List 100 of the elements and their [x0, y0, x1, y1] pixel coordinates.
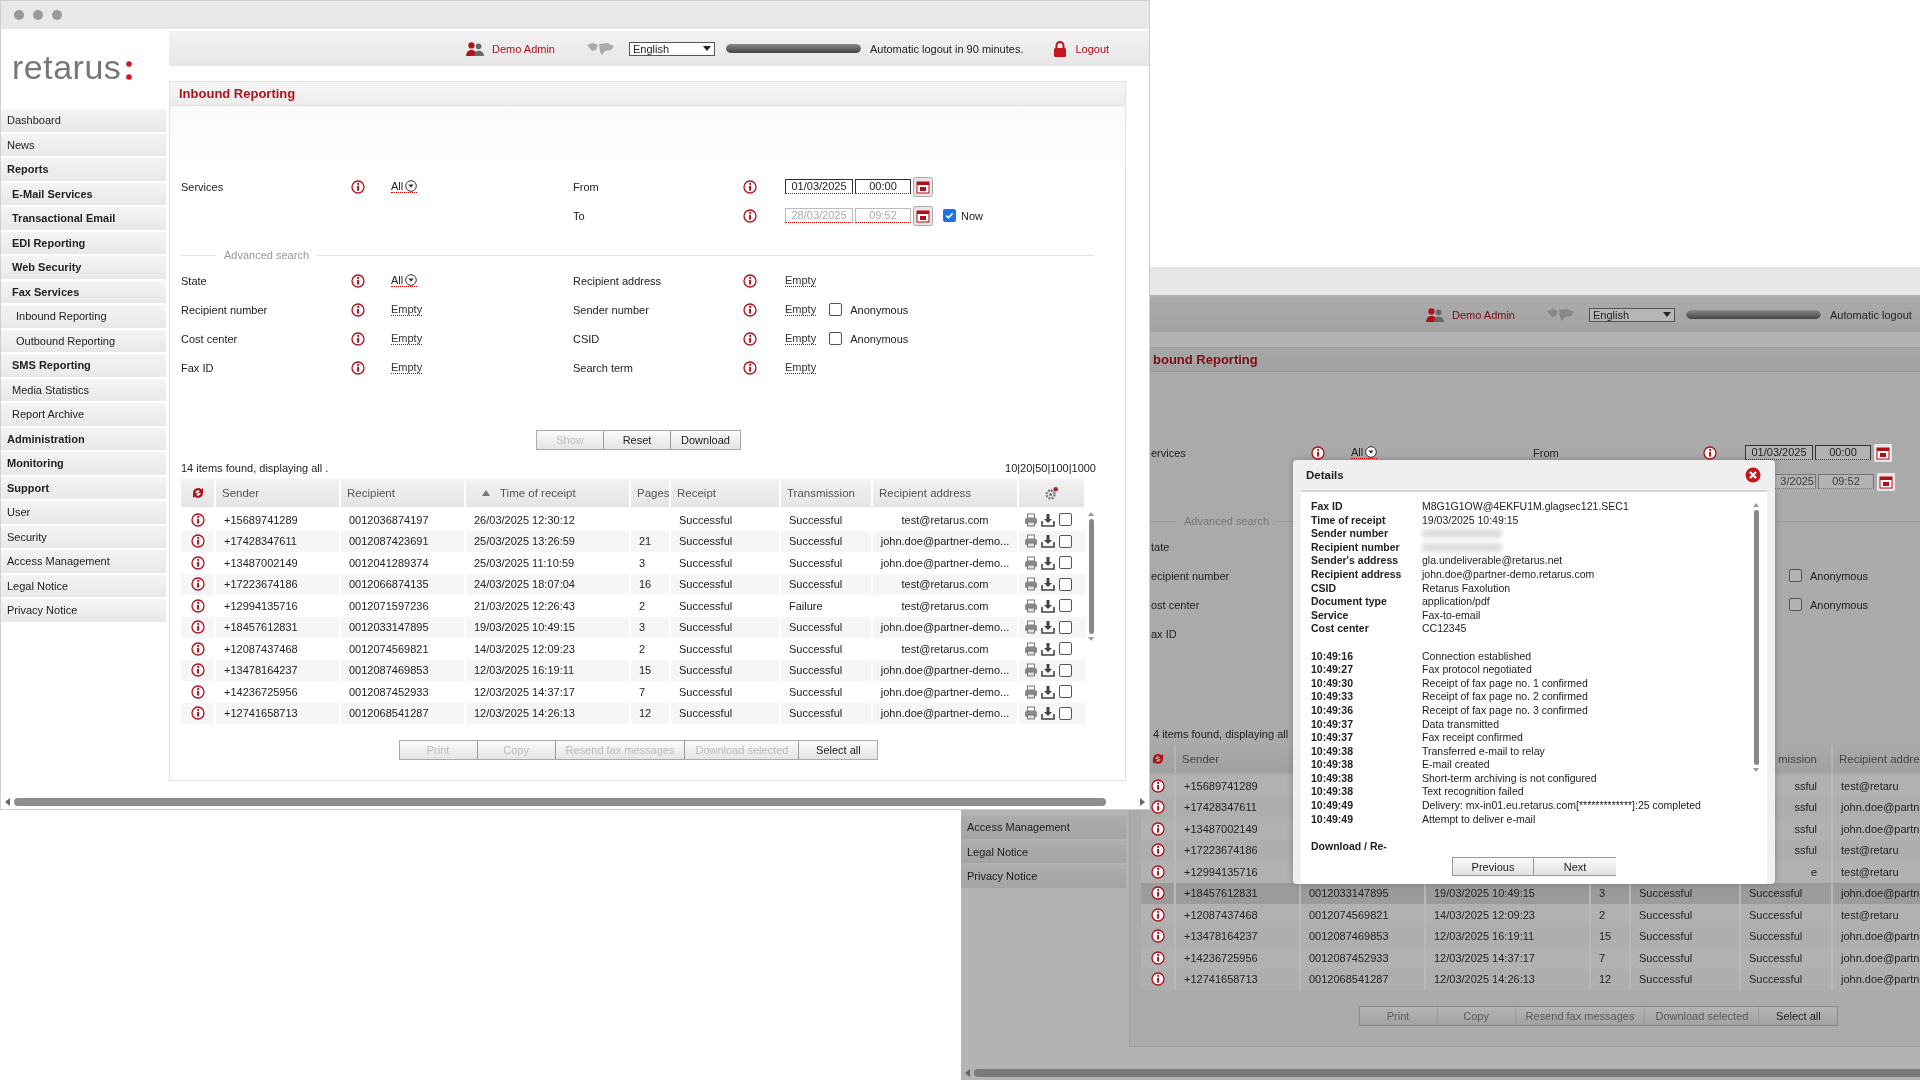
nav-item[interactable]: Privacy Notice: [961, 865, 1126, 888]
language-select[interactable]: English: [1589, 307, 1675, 322]
row-checkbox[interactable]: [1059, 685, 1072, 699]
anonymous-checkbox[interactable]: [1789, 569, 1802, 582]
info-icon[interactable]: [1150, 778, 1165, 793]
filter-dropdown[interactable]: All: [391, 274, 418, 287]
printer-icon[interactable]: [1024, 641, 1038, 656]
printer-icon[interactable]: [1024, 512, 1038, 527]
logout-link[interactable]: Logout: [1075, 42, 1110, 55]
nav-item[interactable]: Privacy Notice: [1, 599, 166, 622]
filter-link[interactable]: Empty: [785, 274, 817, 287]
user-name[interactable]: Demo Admin: [1452, 308, 1515, 321]
info-icon[interactable]: [743, 179, 757, 194]
date-field[interactable]: 01/03/2025: [1745, 445, 1813, 460]
row-checkbox[interactable]: [1059, 620, 1072, 634]
calendar-icon[interactable]: [913, 176, 933, 197]
scrollbar-thumb[interactable]: [14, 798, 1106, 806]
info-icon[interactable]: [1150, 950, 1165, 965]
nav-item[interactable]: News: [1, 133, 166, 156]
nav-item[interactable]: Inbound Reporting: [1, 305, 166, 328]
nav-item[interactable]: Report Archive: [1, 403, 166, 426]
row-checkbox[interactable]: [1059, 642, 1072, 656]
info-icon[interactable]: [1150, 907, 1165, 922]
nav-item[interactable]: Reports: [1, 158, 166, 181]
printer-icon[interactable]: [1024, 684, 1038, 699]
info-icon[interactable]: [1150, 864, 1165, 879]
info-icon[interactable]: [1311, 445, 1325, 460]
row-checkbox[interactable]: [1059, 534, 1072, 548]
row-checkbox[interactable]: [1059, 577, 1072, 591]
info-icon[interactable]: [190, 663, 205, 678]
row-checkbox[interactable]: [1059, 513, 1072, 527]
filter-link[interactable]: Empty: [785, 332, 817, 345]
download-icon[interactable]: [1041, 598, 1055, 613]
calendar-icon[interactable]: [1876, 471, 1896, 492]
table-row[interactable]: +14236725956 0012087452933 12/03/2025 14:37:17 7 Successful Successful john.doe@partn: [1141, 947, 1920, 969]
user-name[interactable]: Demo Admin: [492, 42, 555, 55]
info-icon[interactable]: [190, 706, 205, 721]
action-button[interactable]: Select all: [799, 741, 878, 759]
printer-icon[interactable]: [1024, 620, 1038, 635]
info-icon[interactable]: [743, 208, 757, 223]
column-header[interactable]: Pages: [631, 479, 671, 507]
table-row[interactable]: +12087437468 0012074569821 14/03/2025 12:09:23 2 Successful Successful test@retaru: [1141, 904, 1920, 926]
nav-button[interactable]: Previous: [1452, 857, 1534, 876]
nav-item[interactable]: E-Mail Services: [1, 182, 166, 205]
scroll-left-icon[interactable]: [5, 798, 10, 806]
nav-item[interactable]: Access Management: [961, 816, 1126, 839]
info-icon[interactable]: [190, 598, 205, 613]
nav-item[interactable]: Web Security: [1, 256, 166, 279]
download-icon[interactable]: [1041, 706, 1055, 721]
nav-item[interactable]: Legal Notice: [961, 840, 1126, 863]
nav-item[interactable]: Transactional Email: [1, 207, 166, 230]
scroll-left-icon[interactable]: [965, 1069, 970, 1077]
info-icon[interactable]: [1150, 800, 1165, 815]
anonymous-checkbox[interactable]: [829, 303, 843, 316]
info-icon[interactable]: [743, 360, 757, 375]
info-icon[interactable]: [190, 555, 205, 570]
nav-item[interactable]: Administration: [1, 427, 166, 450]
info-icon[interactable]: [351, 179, 365, 194]
row-checkbox[interactable]: [1059, 556, 1072, 570]
now-checkbox[interactable]: [943, 209, 956, 222]
info-icon[interactable]: [743, 302, 757, 317]
info-icon[interactable]: [190, 577, 205, 592]
scrollbar-thumb[interactable]: [974, 1069, 1920, 1077]
filter-link[interactable]: Empty: [391, 332, 423, 345]
row-checkbox[interactable]: [1059, 663, 1072, 677]
time-field[interactable]: 00:00: [1815, 445, 1871, 460]
download-icon[interactable]: [1041, 555, 1055, 570]
time-field[interactable]: 00:00: [855, 179, 911, 194]
info-icon[interactable]: [190, 684, 205, 699]
services-dropdown[interactable]: All: [391, 180, 418, 193]
row-checkbox[interactable]: [1059, 706, 1072, 720]
download-icon[interactable]: [1041, 663, 1055, 678]
nav-item[interactable]: Security: [1, 525, 166, 548]
search-button[interactable]: Download: [671, 431, 740, 449]
info-icon[interactable]: [351, 273, 365, 288]
table-row[interactable]: +12741658713 0012068541287 12/03/2025 14:26:13 12 Successful Successful john.doe@partn: [1141, 968, 1920, 990]
printer-icon[interactable]: [1024, 534, 1038, 549]
info-icon[interactable]: [1150, 843, 1165, 858]
info-icon[interactable]: [190, 620, 205, 635]
nav-item[interactable]: Outbound Reporting: [1, 329, 166, 352]
info-icon[interactable]: [743, 273, 757, 288]
download-icon[interactable]: [1041, 620, 1055, 635]
column-header[interactable]: Recipient address: [873, 479, 1019, 507]
settings-icon[interactable]: [1044, 485, 1059, 501]
language-select[interactable]: English: [629, 41, 715, 56]
download-icon[interactable]: [1041, 577, 1055, 592]
nav-item[interactable]: Legal Notice: [1, 574, 166, 597]
column-header[interactable]: Sender: [216, 479, 341, 507]
page-size-links[interactable]: 10|20|50|100|1000: [1005, 462, 1096, 474]
printer-icon[interactable]: [1024, 577, 1038, 592]
table-row[interactable]: +13478164237 0012087469853 12/03/2025 16:19:11 15 Successful Successful john.doe@partn: [1141, 925, 1920, 947]
printer-icon[interactable]: [1024, 706, 1038, 721]
nav-item[interactable]: Fax Services: [1, 280, 166, 303]
row-checkbox[interactable]: [1059, 599, 1072, 613]
column-header[interactable]: Recipient: [341, 479, 466, 507]
printer-icon[interactable]: [1024, 598, 1038, 613]
info-icon[interactable]: [1150, 886, 1165, 901]
filter-link[interactable]: Empty: [785, 303, 817, 316]
nav-item[interactable]: EDI Reporting: [1, 231, 166, 254]
info-icon[interactable]: [1150, 821, 1165, 836]
